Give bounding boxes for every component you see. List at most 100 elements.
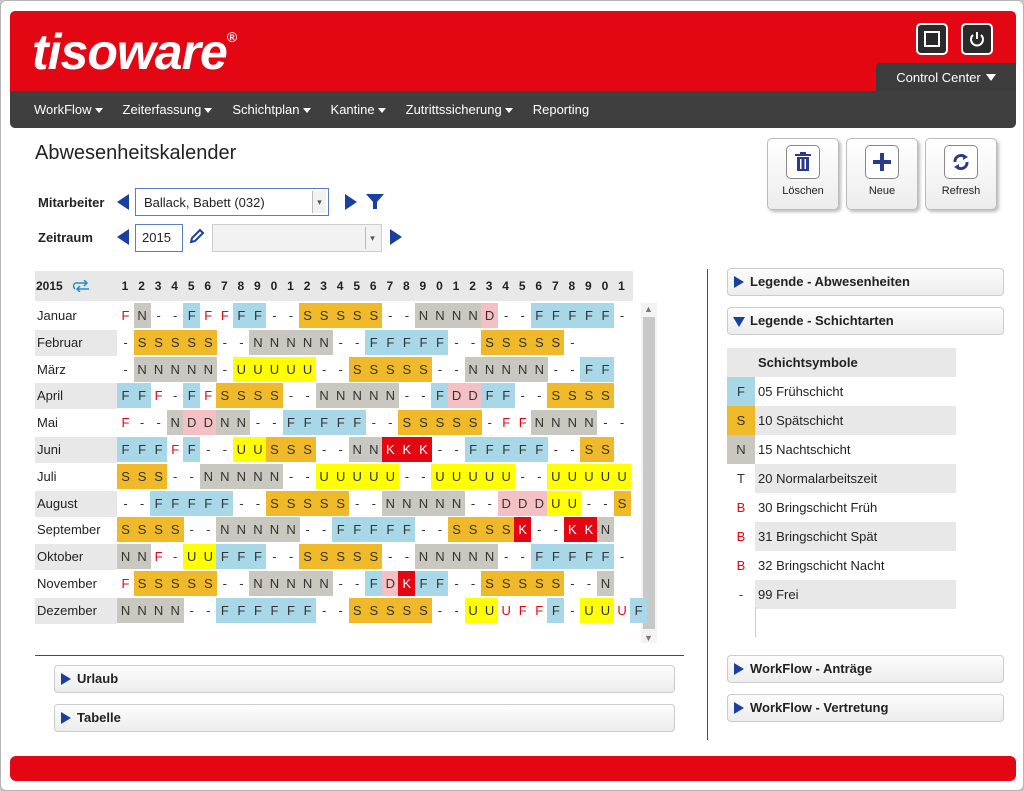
calendar-day-cell[interactable]: N <box>232 463 250 489</box>
nav-item-zeiterfassung[interactable]: Zeiterfassung <box>123 102 213 117</box>
calendar-day-cell[interactable]: U <box>348 463 366 489</box>
calendar-day-cell[interactable]: D <box>448 383 466 409</box>
calendar-day-cell[interactable]: S <box>348 597 366 623</box>
calendar-day-cell[interactable]: - <box>283 303 300 328</box>
calendar-day-cell[interactable]: S <box>365 544 383 570</box>
calendar-day-cell[interactable]: U <box>596 463 614 489</box>
calendar-day-cell[interactable]: N <box>299 329 317 355</box>
calendar-day-cell[interactable]: S <box>547 329 565 355</box>
calendar-day-cell[interactable]: - <box>531 464 548 489</box>
calendar-day-cell[interactable]: U <box>448 463 466 489</box>
calendar-day-cell[interactable]: - <box>266 303 283 328</box>
calendar-day-cell[interactable]: F <box>514 437 532 462</box>
scroll-up-icon[interactable]: ▲ <box>644 304 653 314</box>
calendar-day-cell[interactable]: - <box>233 571 250 596</box>
calendar-day-cell[interactable]: S <box>481 571 499 596</box>
calendar-day-cell[interactable]: - <box>266 410 283 435</box>
calendar-day-cell[interactable]: S <box>133 463 151 489</box>
calendar-day-cell[interactable]: N <box>381 490 399 516</box>
calendar-day-cell[interactable]: U <box>381 463 399 489</box>
calendar-day-cell[interactable]: - <box>183 464 200 489</box>
calendar-day-cell[interactable]: - <box>580 491 597 516</box>
calendar-day-cell[interactable]: - <box>614 410 631 435</box>
calendar-day-cell[interactable]: K <box>414 437 432 462</box>
calendar-day-cell[interactable]: S <box>249 383 267 409</box>
calendar-day-cell[interactable]: - <box>316 437 333 462</box>
calendar-day-cell[interactable]: S <box>563 383 581 409</box>
calendar-day-cell[interactable]: N <box>315 383 333 409</box>
calendar-day-cell[interactable]: - <box>398 303 415 328</box>
calendar-day-cell[interactable]: - <box>564 437 581 462</box>
calendar-day-cell[interactable]: S <box>265 490 283 516</box>
calendar-day-cell[interactable]: U <box>580 463 598 489</box>
period-range-select[interactable]: ▾ <box>212 224 382 252</box>
calendar-day-cell[interactable]: N <box>166 410 184 436</box>
calendar-day-cell[interactable]: F <box>150 437 168 462</box>
calendar-day-cell[interactable]: N <box>481 544 499 570</box>
calendar-day-cell[interactable]: - <box>365 491 382 516</box>
calendar-day-cell[interactable]: S <box>448 517 466 543</box>
calendar-day-cell[interactable]: - <box>233 330 250 355</box>
calendar-day-cell[interactable]: F <box>117 437 135 462</box>
calendar-day-cell[interactable]: F <box>431 571 449 596</box>
calendar-day-cell[interactable]: S <box>398 356 416 382</box>
calendar-day-cell[interactable]: S <box>183 329 201 355</box>
calendar-day-cell[interactable]: N <box>464 356 482 382</box>
calendar-day-cell[interactable]: U <box>481 463 499 489</box>
calendar-day-cell[interactable]: - <box>448 571 465 596</box>
calendar-day-cell[interactable]: S <box>183 571 201 596</box>
workflow-requests-toggle[interactable]: WorkFlow - Anträge <box>727 655 1004 683</box>
calendar-day-cell[interactable]: - <box>134 491 151 516</box>
calendar-day-cell[interactable]: F <box>150 383 167 408</box>
calendar-day-cell[interactable]: F <box>232 597 250 623</box>
calendar-day-cell[interactable]: S <box>497 571 515 596</box>
calendar-day-cell[interactable]: - <box>398 383 415 408</box>
calendar-day-cell[interactable]: - <box>200 598 217 623</box>
calendar-day-cell[interactable]: F <box>249 303 267 328</box>
calendar-day-cell[interactable]: U <box>497 463 515 489</box>
calendar-day-cell[interactable]: F <box>464 437 482 462</box>
calendar-day-cell[interactable]: F <box>547 544 565 570</box>
calendar-day-cell[interactable]: S <box>150 517 168 543</box>
calendar-day-cell[interactable]: U <box>183 544 201 570</box>
calendar-day-cell[interactable]: N <box>150 356 168 382</box>
calendar-day-cell[interactable]: N <box>133 597 151 623</box>
calendar-day-cell[interactable]: N <box>398 490 416 516</box>
calendar-day-cell[interactable]: F <box>563 544 581 570</box>
calendar-day-cell[interactable]: N <box>117 544 135 570</box>
calendar-day-cell[interactable]: F <box>481 437 499 462</box>
calendar-day-cell[interactable]: F <box>580 303 598 328</box>
calendar-day-cell[interactable]: S <box>315 490 333 516</box>
calendar-day-cell[interactable]: S <box>299 303 317 328</box>
calendar-day-cell[interactable]: - <box>614 303 631 328</box>
calendar-day-cell[interactable]: - <box>316 357 333 382</box>
calendar-day-cell[interactable]: S <box>166 571 184 596</box>
calendar-day-cell[interactable]: - <box>431 517 448 542</box>
calendar-day-cell[interactable]: - <box>465 571 482 596</box>
calendar-day-cell[interactable]: S <box>414 356 432 382</box>
calendar-day-cell[interactable]: S <box>315 303 333 328</box>
calendar-day-cell[interactable]: N <box>448 490 466 516</box>
calendar-day-cell[interactable]: U <box>249 437 267 462</box>
calendar-day-cell[interactable]: S <box>133 571 151 596</box>
workflow-substitution-toggle[interactable]: WorkFlow - Vertretung <box>727 694 1004 722</box>
calendar-day-cell[interactable]: F <box>381 329 399 355</box>
calendar-day-cell[interactable]: U <box>498 598 515 623</box>
calendar-day-cell[interactable]: N <box>265 463 283 489</box>
calendar-day-cell[interactable]: S <box>117 517 135 543</box>
calendar-day-cell[interactable]: N <box>117 597 135 623</box>
calendar-day-cell[interactable]: - <box>299 464 316 489</box>
calendar-day-cell[interactable]: S <box>596 383 614 409</box>
calendar-day-cell[interactable]: U <box>547 490 565 516</box>
calendar-day-cell[interactable]: N <box>514 356 532 382</box>
calendar-day-cell[interactable]: F <box>117 383 135 409</box>
calendar-day-cell[interactable]: S <box>150 329 168 355</box>
calendar-day-cell[interactable]: - <box>431 437 448 462</box>
nav-item-workflow[interactable]: WorkFlow <box>34 102 103 117</box>
calendar-day-cell[interactable]: - <box>564 357 581 382</box>
calendar-day-cell[interactable]: - <box>332 357 349 382</box>
calendar-day-cell[interactable]: - <box>349 571 366 596</box>
calendar-day-cell[interactable]: K <box>514 517 532 543</box>
calendar-day-cell[interactable]: - <box>332 598 349 623</box>
calendar-day-cell[interactable]: - <box>431 598 448 623</box>
